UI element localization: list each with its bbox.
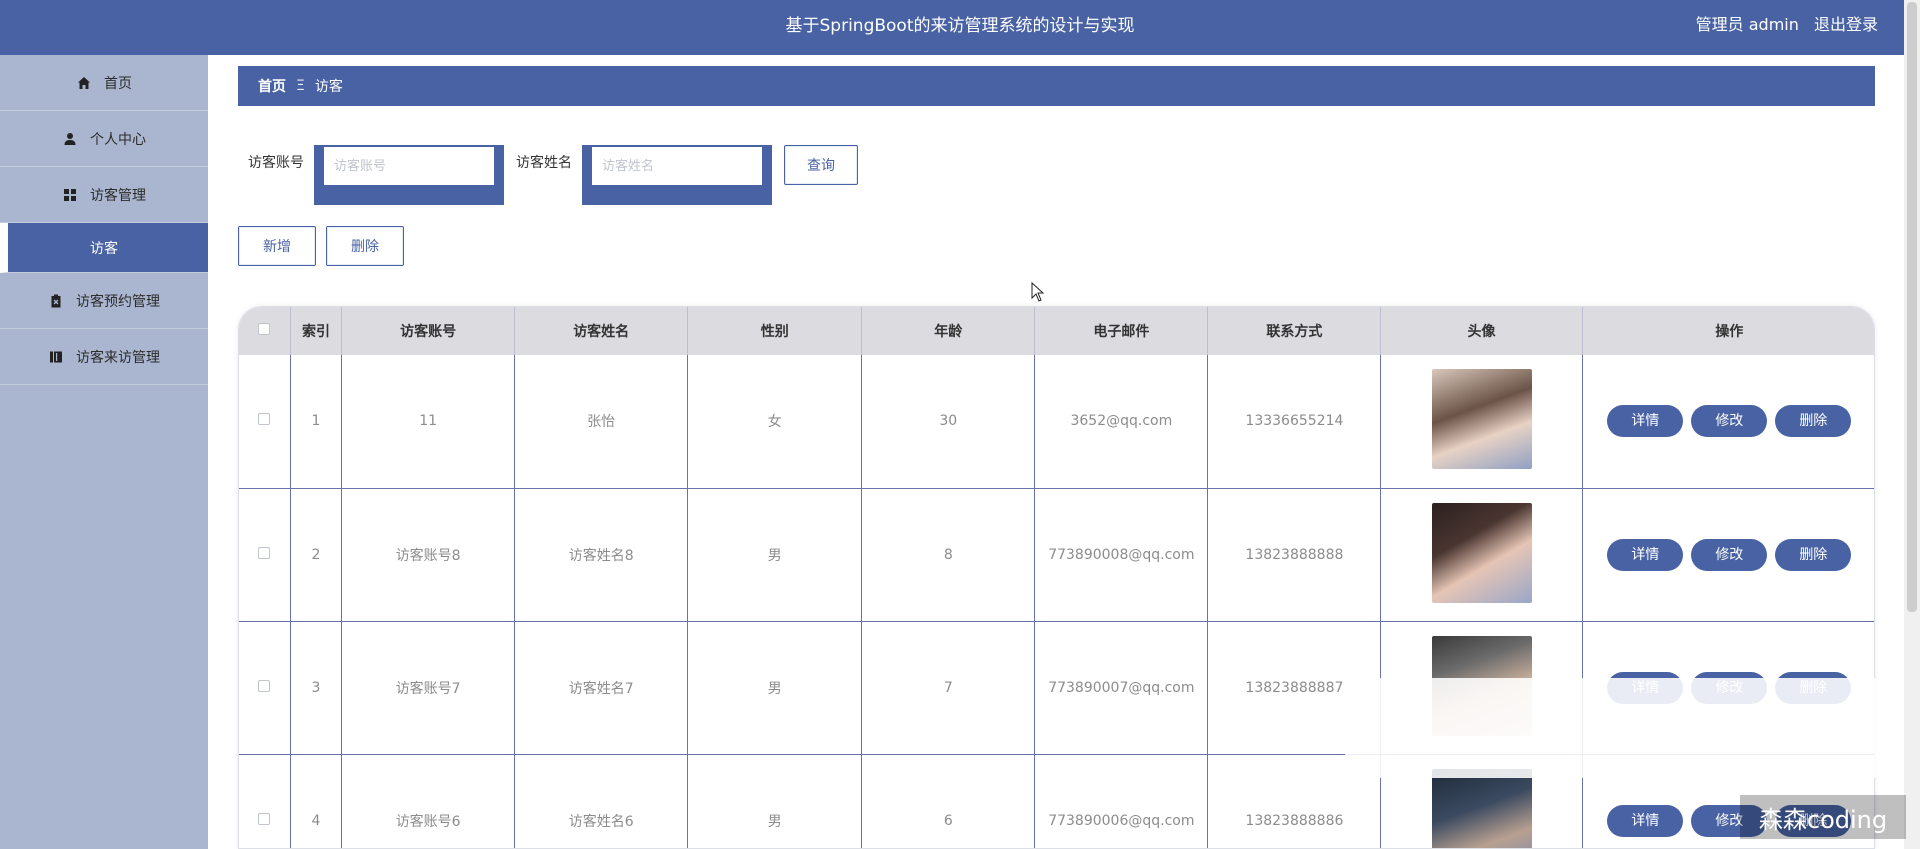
cell-account: 访客账号8 xyxy=(341,488,516,622)
app-title: 基于SpringBoot的来访管理系统的设计与实现 xyxy=(785,16,1135,36)
cell-email: 773890007@qq.com xyxy=(1034,621,1209,755)
row-actions: 详情修改删除 xyxy=(1582,488,1874,622)
account-field-wrapper xyxy=(314,145,504,205)
column-header[interactable]: 年龄 xyxy=(861,307,1036,355)
cell-gender: 男 xyxy=(687,754,863,848)
cell-index: 4 xyxy=(290,754,343,848)
query-button[interactable]: 查询 xyxy=(784,145,858,185)
cell-account: 访客账号6 xyxy=(341,754,516,848)
row-checkbox[interactable] xyxy=(258,413,271,426)
cell-age: 6 xyxy=(861,754,1036,848)
book-icon xyxy=(48,349,64,365)
sidebar-item-profile[interactable]: 个人中心 xyxy=(0,111,208,167)
cell-index: 2 xyxy=(290,488,343,622)
search-bar: 访客账号 访客姓名 查询 xyxy=(248,145,858,207)
sidebar-item-appointment-management[interactable]: 访客预约管理 xyxy=(0,273,208,329)
sidebar-item-label: 访客来访管理 xyxy=(76,349,160,366)
table-row: 2 访客账号8 访客姓名8 男 8 773890008@qq.com 13823… xyxy=(239,488,1874,622)
column-header[interactable]: 访客姓名 xyxy=(514,307,689,355)
cell-name: 访客姓名6 xyxy=(514,754,689,848)
cell-index: 3 xyxy=(290,621,343,755)
cell-gender: 女 xyxy=(687,355,863,489)
cell-account: 访客账号7 xyxy=(341,621,516,755)
home-icon xyxy=(76,75,92,91)
table-header-row: 索引 访客账号 访客姓名 性别 年龄 电子邮件 联系方式 头像 操作 xyxy=(239,307,1874,355)
user-icon xyxy=(62,131,78,147)
cell-phone: 13823888888 xyxy=(1207,488,1382,622)
sidebar: 首页 个人中心 访客管理 访客 访客预约管理 访客来访管理 xyxy=(0,55,208,849)
sidebar-item-label: 访客预约管理 xyxy=(76,293,160,310)
cell-name: 访客姓名7 xyxy=(514,621,689,755)
breadcrumb: 首页 Ξ 访客 xyxy=(238,66,1875,106)
column-header[interactable]: 联系方式 xyxy=(1207,307,1382,355)
cell-name: 访客姓名8 xyxy=(514,488,689,622)
cell-age: 7 xyxy=(861,621,1036,755)
batch-delete-button[interactable]: 删除 xyxy=(326,226,404,266)
row-checkbox[interactable] xyxy=(258,812,271,825)
breadcrumb-separator: Ξ xyxy=(296,78,305,94)
column-header[interactable]: 性别 xyxy=(687,307,863,355)
sidebar-item-visitor[interactable]: 访客 xyxy=(0,223,208,273)
detail-button[interactable]: 详情 xyxy=(1607,804,1684,837)
sidebar-item-visit-management[interactable]: 访客来访管理 xyxy=(0,329,208,385)
row-checkbox[interactable] xyxy=(258,546,271,559)
sidebar-item-visitor-management[interactable]: 访客管理 xyxy=(0,167,208,223)
cell-phone: 13336655214 xyxy=(1207,355,1382,489)
cell-gender: 男 xyxy=(687,488,863,622)
delete-button[interactable]: 删除 xyxy=(1775,538,1852,571)
detail-button[interactable]: 详情 xyxy=(1607,538,1684,571)
account-label: 访客账号 xyxy=(248,155,304,171)
edit-button[interactable]: 修改 xyxy=(1691,538,1768,571)
row-checkbox[interactable] xyxy=(258,679,271,692)
top-bar: 基于SpringBoot的来访管理系统的设计与实现 管理员 admin 退出登录 xyxy=(0,0,1920,55)
name-label: 访客姓名 xyxy=(516,155,572,171)
cell-gender: 男 xyxy=(687,621,863,755)
detail-button[interactable]: 详情 xyxy=(1607,405,1684,438)
logout-link[interactable]: 退出登录 xyxy=(1814,15,1878,34)
edit-button[interactable]: 修改 xyxy=(1691,405,1768,438)
toolbar: 新增 删除 xyxy=(238,226,404,266)
delete-button[interactable]: 删除 xyxy=(1775,405,1852,438)
cell-age: 8 xyxy=(861,488,1036,622)
name-field-wrapper xyxy=(582,145,772,205)
scrollbar-thumb[interactable] xyxy=(1907,2,1917,612)
grid-icon xyxy=(62,187,78,203)
add-button[interactable]: 新增 xyxy=(238,226,316,266)
avatar-image[interactable] xyxy=(1431,502,1532,603)
column-header: 头像 xyxy=(1380,307,1583,355)
video-overlay-mask xyxy=(1345,678,1920,778)
table-row: 1 11 张怡 女 30 3652@qq.com 13336655214 详情修… xyxy=(239,355,1874,489)
cell-email: 3652@qq.com xyxy=(1034,355,1209,489)
sidebar-item-label: 访客 xyxy=(90,240,118,257)
cell-email: 773890008@qq.com xyxy=(1034,488,1209,622)
breadcrumb-home[interactable]: 首页 xyxy=(258,76,286,96)
name-search-input[interactable] xyxy=(592,147,762,185)
page-scrollbar[interactable] xyxy=(1904,0,1920,849)
sidebar-item-home[interactable]: 首页 xyxy=(0,55,208,111)
mouse-cursor-icon xyxy=(1031,282,1045,302)
clipboard-icon xyxy=(48,293,64,309)
cell-account: 11 xyxy=(341,355,516,489)
account-search-input[interactable] xyxy=(324,147,494,185)
avatar-image[interactable] xyxy=(1431,768,1532,848)
cell-name: 张怡 xyxy=(514,355,689,489)
cell-email: 773890006@qq.com xyxy=(1034,754,1209,848)
column-header: 操作 xyxy=(1582,307,1874,355)
sidebar-item-label: 访客管理 xyxy=(90,187,146,204)
select-all-checkbox[interactable] xyxy=(258,323,271,335)
column-header[interactable]: 访客账号 xyxy=(341,307,516,355)
sidebar-item-label: 首页 xyxy=(104,75,132,92)
cell-age: 30 xyxy=(861,355,1036,489)
breadcrumb-current: 访客 xyxy=(314,79,343,95)
column-header[interactable]: 电子邮件 xyxy=(1034,307,1209,355)
sidebar-item-label: 个人中心 xyxy=(90,131,146,148)
cell-index: 1 xyxy=(290,355,343,489)
avatar-image[interactable] xyxy=(1431,369,1532,470)
current-user-label: 管理员 admin xyxy=(1695,15,1799,34)
column-header[interactable]: 索引 xyxy=(290,307,343,355)
watermark: 森森coding xyxy=(1740,795,1906,839)
user-area: 管理员 admin 退出登录 xyxy=(1686,0,1878,50)
select-all-cell xyxy=(239,307,291,355)
row-actions: 详情修改删除 xyxy=(1582,355,1874,489)
